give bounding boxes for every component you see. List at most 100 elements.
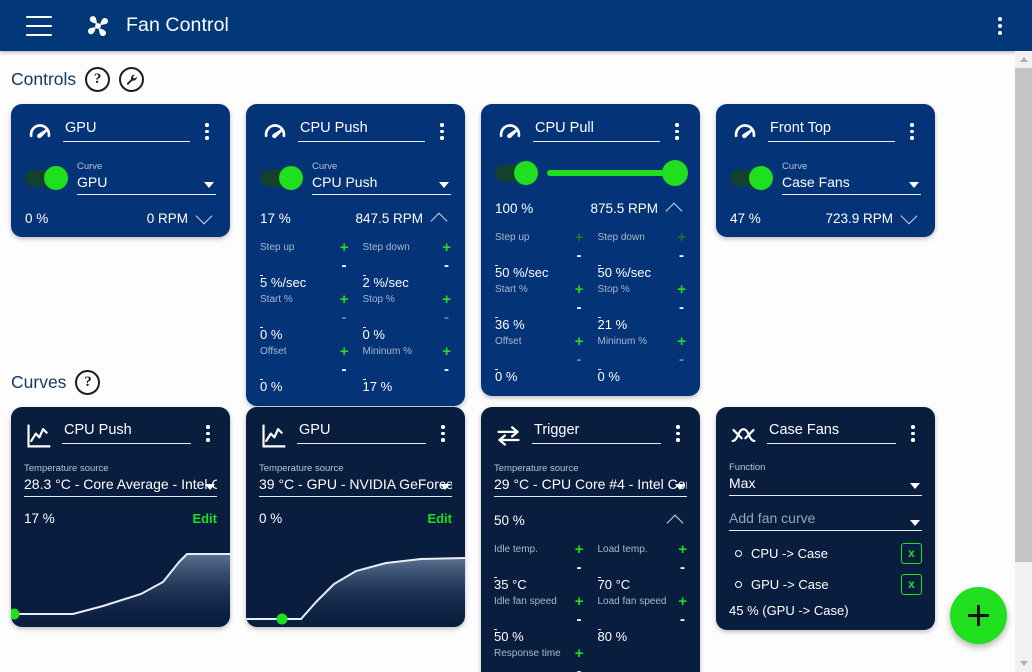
increment-button[interactable]: + — [575, 594, 584, 609]
enable-toggle[interactable] — [260, 166, 303, 190]
increment-button[interactable]: + — [442, 292, 451, 307]
increment-button[interactable]: + — [575, 542, 584, 557]
increment-button[interactable]: + — [575, 334, 584, 349]
chevron-down-icon[interactable] — [205, 484, 215, 490]
question-mark-icon[interactable]: ? — [85, 67, 111, 92]
collapse-chevron-icon[interactable] — [664, 199, 686, 217]
card-overflow-menu-icon[interactable] — [903, 118, 921, 140]
curve-select[interactable]: Curve CPU Push — [312, 161, 451, 195]
temperature-source-select[interactable]: Temperature source 29 °C - CPU Core #4 -… — [494, 463, 687, 497]
increment-button[interactable]: + — [340, 240, 349, 255]
chevron-down-icon[interactable] — [910, 483, 920, 489]
param-value[interactable]: 21 % — [598, 315, 671, 334]
param-value[interactable]: 50 % — [494, 627, 568, 646]
curve-select[interactable]: Curve GPU — [77, 161, 216, 195]
speed-slider[interactable] — [547, 160, 688, 186]
card-overflow-menu-icon[interactable] — [904, 420, 922, 442]
curve-name-input[interactable] — [297, 420, 426, 444]
decrement-button[interactable]: - — [680, 612, 685, 628]
param-value[interactable]: 36 % — [495, 315, 568, 334]
param-value[interactable]: 17 % — [363, 377, 436, 396]
list-item[interactable]: GPU -> Case x — [729, 572, 922, 596]
param-value[interactable]: 50 %/sec — [598, 263, 671, 282]
param-value[interactable]: 5 %/sec — [260, 273, 333, 292]
scrollbar-thumb[interactable] — [1015, 68, 1032, 562]
curve-name-input[interactable] — [62, 420, 191, 444]
curve-name-input[interactable] — [767, 420, 896, 444]
app-overflow-menu-icon[interactable] — [992, 11, 1008, 41]
vertical-scrollbar[interactable] — [1015, 51, 1032, 672]
enable-toggle[interactable] — [25, 166, 68, 190]
decrement-button[interactable]: - — [577, 612, 582, 628]
expand-chevron-icon[interactable] — [899, 209, 921, 227]
param-value[interactable]: 70 °C — [598, 575, 672, 594]
param-value[interactable]: 50 %/sec — [495, 263, 568, 282]
decrement-button[interactable]: - — [577, 560, 582, 576]
card-overflow-menu-icon[interactable] — [434, 420, 452, 442]
wrench-icon[interactable] — [119, 67, 145, 92]
curve-name-input[interactable] — [532, 420, 661, 444]
decrement-button[interactable]: - — [679, 300, 684, 316]
card-overflow-menu-icon[interactable] — [199, 420, 217, 442]
chevron-down-icon[interactable] — [440, 484, 450, 490]
temperature-source-select[interactable]: Temperature source 39 °C - GPU - NVIDIA … — [259, 463, 452, 497]
param-value[interactable]: 80 % — [598, 627, 672, 646]
enable-toggle[interactable] — [730, 166, 773, 190]
control-name-input[interactable] — [298, 118, 425, 142]
question-mark-icon[interactable]: ? — [75, 370, 101, 395]
add-button[interactable] — [950, 587, 1007, 644]
increment-button[interactable]: + — [442, 344, 451, 359]
list-item[interactable]: CPU -> Case x — [729, 541, 922, 565]
card-overflow-menu-icon[interactable] — [433, 118, 451, 140]
remove-curve-button[interactable]: x — [901, 542, 922, 564]
decrement-button[interactable]: - — [577, 664, 582, 672]
param-value[interactable]: 2 %/sec — [363, 273, 436, 292]
edit-curve-link[interactable]: Edit — [427, 511, 452, 526]
increment-button[interactable]: + — [575, 646, 584, 661]
scroll-down-arrow-icon[interactable] — [1015, 655, 1032, 672]
edit-curve-link[interactable]: Edit — [192, 511, 217, 526]
decrement-button[interactable]: - — [577, 248, 582, 264]
decrement-button[interactable]: - — [342, 310, 347, 326]
chevron-down-icon[interactable] — [909, 182, 919, 188]
decrement-button[interactable]: - — [444, 310, 449, 326]
remove-curve-button[interactable]: x — [901, 573, 922, 595]
collapse-chevron-icon[interactable] — [665, 511, 687, 529]
param-value[interactable]: 35 °C — [494, 575, 568, 594]
decrement-button[interactable]: - — [680, 560, 685, 576]
chevron-down-icon[interactable] — [204, 182, 214, 188]
card-overflow-menu-icon[interactable] — [668, 118, 686, 140]
increment-button[interactable]: + — [340, 344, 349, 359]
content-scroll-area[interactable]: Controls ? GPU Curve GPU 0 % 0 RPM CPU P… — [0, 51, 1032, 672]
chevron-down-icon[interactable] — [675, 484, 685, 490]
decrement-button[interactable]: - — [342, 362, 347, 378]
card-overflow-menu-icon[interactable] — [669, 420, 687, 442]
chevron-down-icon[interactable] — [910, 520, 920, 526]
increment-button[interactable]: + — [575, 282, 584, 297]
slider-thumb[interactable] — [662, 160, 688, 186]
param-value[interactable]: 0 % — [363, 325, 436, 344]
increment-button[interactable]: + — [678, 542, 687, 557]
chevron-down-icon[interactable] — [439, 182, 449, 188]
increment-button[interactable]: + — [677, 230, 686, 245]
decrement-button[interactable]: - — [679, 352, 684, 368]
decrement-button[interactable]: - — [444, 258, 449, 274]
card-overflow-menu-icon[interactable] — [198, 118, 216, 140]
function-select[interactable]: Function Max — [729, 462, 922, 496]
param-value[interactable]: 0 % — [598, 367, 671, 386]
control-name-input[interactable] — [533, 118, 660, 142]
collapse-chevron-icon[interactable] — [429, 209, 451, 227]
increment-button[interactable]: + — [678, 594, 687, 609]
control-name-input[interactable] — [768, 118, 895, 142]
increment-button[interactable]: + — [340, 292, 349, 307]
increment-button[interactable]: + — [677, 334, 686, 349]
increment-button[interactable]: + — [442, 240, 451, 255]
curve-graph[interactable] — [246, 540, 465, 627]
scroll-up-arrow-icon[interactable] — [1015, 51, 1032, 68]
temperature-source-select[interactable]: Temperature source 28.3 °C - Core Averag… — [24, 463, 217, 497]
enable-toggle[interactable] — [495, 161, 538, 185]
param-value[interactable]: 0 % — [260, 325, 333, 344]
curve-select[interactable]: Curve Case Fans — [782, 161, 921, 195]
decrement-button[interactable]: - — [342, 258, 347, 274]
decrement-button[interactable]: - — [577, 300, 582, 316]
